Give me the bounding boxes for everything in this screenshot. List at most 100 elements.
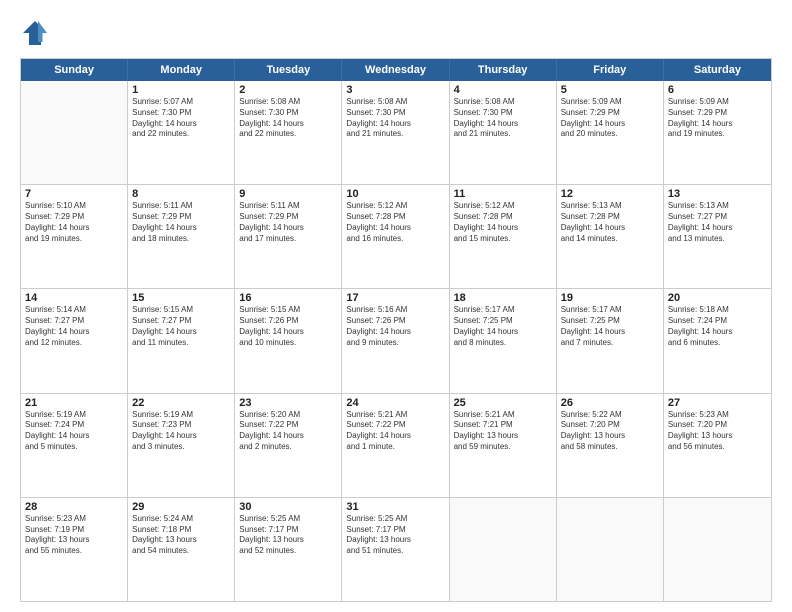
- cell-info: Sunrise: 5:09 AM Sunset: 7:29 PM Dayligh…: [668, 97, 767, 140]
- calendar-cell: 13Sunrise: 5:13 AM Sunset: 7:27 PM Dayli…: [664, 185, 771, 288]
- cell-info: Sunrise: 5:13 AM Sunset: 7:27 PM Dayligh…: [668, 201, 767, 244]
- cell-info: Sunrise: 5:07 AM Sunset: 7:30 PM Dayligh…: [132, 97, 230, 140]
- calendar-cell: 18Sunrise: 5:17 AM Sunset: 7:25 PM Dayli…: [450, 289, 557, 392]
- day-number: 24: [346, 397, 444, 409]
- day-number: 2: [239, 84, 337, 96]
- day-number: 11: [454, 188, 552, 200]
- calendar-row-1: 1Sunrise: 5:07 AM Sunset: 7:30 PM Daylig…: [21, 81, 771, 184]
- day-number: 30: [239, 501, 337, 513]
- cell-info: Sunrise: 5:11 AM Sunset: 7:29 PM Dayligh…: [239, 201, 337, 244]
- cell-info: Sunrise: 5:08 AM Sunset: 7:30 PM Dayligh…: [454, 97, 552, 140]
- calendar-cell: 6Sunrise: 5:09 AM Sunset: 7:29 PM Daylig…: [664, 81, 771, 184]
- cell-info: Sunrise: 5:23 AM Sunset: 7:20 PM Dayligh…: [668, 410, 767, 453]
- calendar-cell: 29Sunrise: 5:24 AM Sunset: 7:18 PM Dayli…: [128, 498, 235, 601]
- calendar-cell: [450, 498, 557, 601]
- cell-info: Sunrise: 5:09 AM Sunset: 7:29 PM Dayligh…: [561, 97, 659, 140]
- calendar-cell: 28Sunrise: 5:23 AM Sunset: 7:19 PM Dayli…: [21, 498, 128, 601]
- cell-info: Sunrise: 5:17 AM Sunset: 7:25 PM Dayligh…: [454, 305, 552, 348]
- calendar-cell: 11Sunrise: 5:12 AM Sunset: 7:28 PM Dayli…: [450, 185, 557, 288]
- day-number: 20: [668, 292, 767, 304]
- day-number: 5: [561, 84, 659, 96]
- calendar-cell: 8Sunrise: 5:11 AM Sunset: 7:29 PM Daylig…: [128, 185, 235, 288]
- cell-info: Sunrise: 5:21 AM Sunset: 7:21 PM Dayligh…: [454, 410, 552, 453]
- day-number: 16: [239, 292, 337, 304]
- cell-info: Sunrise: 5:19 AM Sunset: 7:24 PM Dayligh…: [25, 410, 123, 453]
- day-number: 3: [346, 84, 444, 96]
- header-day-monday: Monday: [128, 59, 235, 81]
- calendar-cell: 15Sunrise: 5:15 AM Sunset: 7:27 PM Dayli…: [128, 289, 235, 392]
- calendar-cell: 31Sunrise: 5:25 AM Sunset: 7:17 PM Dayli…: [342, 498, 449, 601]
- calendar-cell: 27Sunrise: 5:23 AM Sunset: 7:20 PM Dayli…: [664, 394, 771, 497]
- calendar-cell: 16Sunrise: 5:15 AM Sunset: 7:26 PM Dayli…: [235, 289, 342, 392]
- day-number: 26: [561, 397, 659, 409]
- cell-info: Sunrise: 5:16 AM Sunset: 7:26 PM Dayligh…: [346, 305, 444, 348]
- calendar-cell: 5Sunrise: 5:09 AM Sunset: 7:29 PM Daylig…: [557, 81, 664, 184]
- calendar-cell: 1Sunrise: 5:07 AM Sunset: 7:30 PM Daylig…: [128, 81, 235, 184]
- cell-info: Sunrise: 5:25 AM Sunset: 7:17 PM Dayligh…: [346, 514, 444, 557]
- cell-info: Sunrise: 5:14 AM Sunset: 7:27 PM Dayligh…: [25, 305, 123, 348]
- cell-info: Sunrise: 5:22 AM Sunset: 7:20 PM Dayligh…: [561, 410, 659, 453]
- calendar-cell: 10Sunrise: 5:12 AM Sunset: 7:28 PM Dayli…: [342, 185, 449, 288]
- calendar-cell: 26Sunrise: 5:22 AM Sunset: 7:20 PM Dayli…: [557, 394, 664, 497]
- day-number: 27: [668, 397, 767, 409]
- day-number: 25: [454, 397, 552, 409]
- calendar-row-3: 14Sunrise: 5:14 AM Sunset: 7:27 PM Dayli…: [21, 288, 771, 392]
- day-number: 13: [668, 188, 767, 200]
- day-number: 14: [25, 292, 123, 304]
- day-number: 7: [25, 188, 123, 200]
- calendar-cell: 3Sunrise: 5:08 AM Sunset: 7:30 PM Daylig…: [342, 81, 449, 184]
- calendar-row-4: 21Sunrise: 5:19 AM Sunset: 7:24 PM Dayli…: [21, 393, 771, 497]
- cell-info: Sunrise: 5:15 AM Sunset: 7:26 PM Dayligh…: [239, 305, 337, 348]
- header: [20, 18, 772, 48]
- calendar-cell: 4Sunrise: 5:08 AM Sunset: 7:30 PM Daylig…: [450, 81, 557, 184]
- cell-info: Sunrise: 5:08 AM Sunset: 7:30 PM Dayligh…: [346, 97, 444, 140]
- day-number: 12: [561, 188, 659, 200]
- cell-info: Sunrise: 5:21 AM Sunset: 7:22 PM Dayligh…: [346, 410, 444, 453]
- calendar-cell: 22Sunrise: 5:19 AM Sunset: 7:23 PM Dayli…: [128, 394, 235, 497]
- cell-info: Sunrise: 5:11 AM Sunset: 7:29 PM Dayligh…: [132, 201, 230, 244]
- day-number: 6: [668, 84, 767, 96]
- calendar-row-2: 7Sunrise: 5:10 AM Sunset: 7:29 PM Daylig…: [21, 184, 771, 288]
- logo: [20, 18, 54, 48]
- cell-info: Sunrise: 5:23 AM Sunset: 7:19 PM Dayligh…: [25, 514, 123, 557]
- cell-info: Sunrise: 5:18 AM Sunset: 7:24 PM Dayligh…: [668, 305, 767, 348]
- calendar-cell: 7Sunrise: 5:10 AM Sunset: 7:29 PM Daylig…: [21, 185, 128, 288]
- calendar-cell: 2Sunrise: 5:08 AM Sunset: 7:30 PM Daylig…: [235, 81, 342, 184]
- cell-info: Sunrise: 5:10 AM Sunset: 7:29 PM Dayligh…: [25, 201, 123, 244]
- cell-info: Sunrise: 5:12 AM Sunset: 7:28 PM Dayligh…: [346, 201, 444, 244]
- day-number: 15: [132, 292, 230, 304]
- day-number: 9: [239, 188, 337, 200]
- day-number: 29: [132, 501, 230, 513]
- day-number: 4: [454, 84, 552, 96]
- header-day-thursday: Thursday: [450, 59, 557, 81]
- calendar-cell: [664, 498, 771, 601]
- calendar-cell: 19Sunrise: 5:17 AM Sunset: 7:25 PM Dayli…: [557, 289, 664, 392]
- header-day-saturday: Saturday: [664, 59, 771, 81]
- cell-info: Sunrise: 5:08 AM Sunset: 7:30 PM Dayligh…: [239, 97, 337, 140]
- calendar-cell: 17Sunrise: 5:16 AM Sunset: 7:26 PM Dayli…: [342, 289, 449, 392]
- calendar-cell: [557, 498, 664, 601]
- calendar-cell: 9Sunrise: 5:11 AM Sunset: 7:29 PM Daylig…: [235, 185, 342, 288]
- cell-info: Sunrise: 5:17 AM Sunset: 7:25 PM Dayligh…: [561, 305, 659, 348]
- header-day-tuesday: Tuesday: [235, 59, 342, 81]
- day-number: 21: [25, 397, 123, 409]
- calendar-cell: 21Sunrise: 5:19 AM Sunset: 7:24 PM Dayli…: [21, 394, 128, 497]
- calendar-row-5: 28Sunrise: 5:23 AM Sunset: 7:19 PM Dayli…: [21, 497, 771, 601]
- day-number: 18: [454, 292, 552, 304]
- cell-info: Sunrise: 5:25 AM Sunset: 7:17 PM Dayligh…: [239, 514, 337, 557]
- day-number: 1: [132, 84, 230, 96]
- page: SundayMondayTuesdayWednesdayThursdayFrid…: [0, 0, 792, 612]
- cell-info: Sunrise: 5:19 AM Sunset: 7:23 PM Dayligh…: [132, 410, 230, 453]
- cell-info: Sunrise: 5:13 AM Sunset: 7:28 PM Dayligh…: [561, 201, 659, 244]
- cell-info: Sunrise: 5:20 AM Sunset: 7:22 PM Dayligh…: [239, 410, 337, 453]
- cell-info: Sunrise: 5:24 AM Sunset: 7:18 PM Dayligh…: [132, 514, 230, 557]
- calendar-cell: 20Sunrise: 5:18 AM Sunset: 7:24 PM Dayli…: [664, 289, 771, 392]
- logo-icon: [20, 18, 50, 48]
- calendar-body: 1Sunrise: 5:07 AM Sunset: 7:30 PM Daylig…: [21, 81, 771, 601]
- day-number: 17: [346, 292, 444, 304]
- header-day-sunday: Sunday: [21, 59, 128, 81]
- day-number: 19: [561, 292, 659, 304]
- day-number: 22: [132, 397, 230, 409]
- day-number: 31: [346, 501, 444, 513]
- header-day-friday: Friday: [557, 59, 664, 81]
